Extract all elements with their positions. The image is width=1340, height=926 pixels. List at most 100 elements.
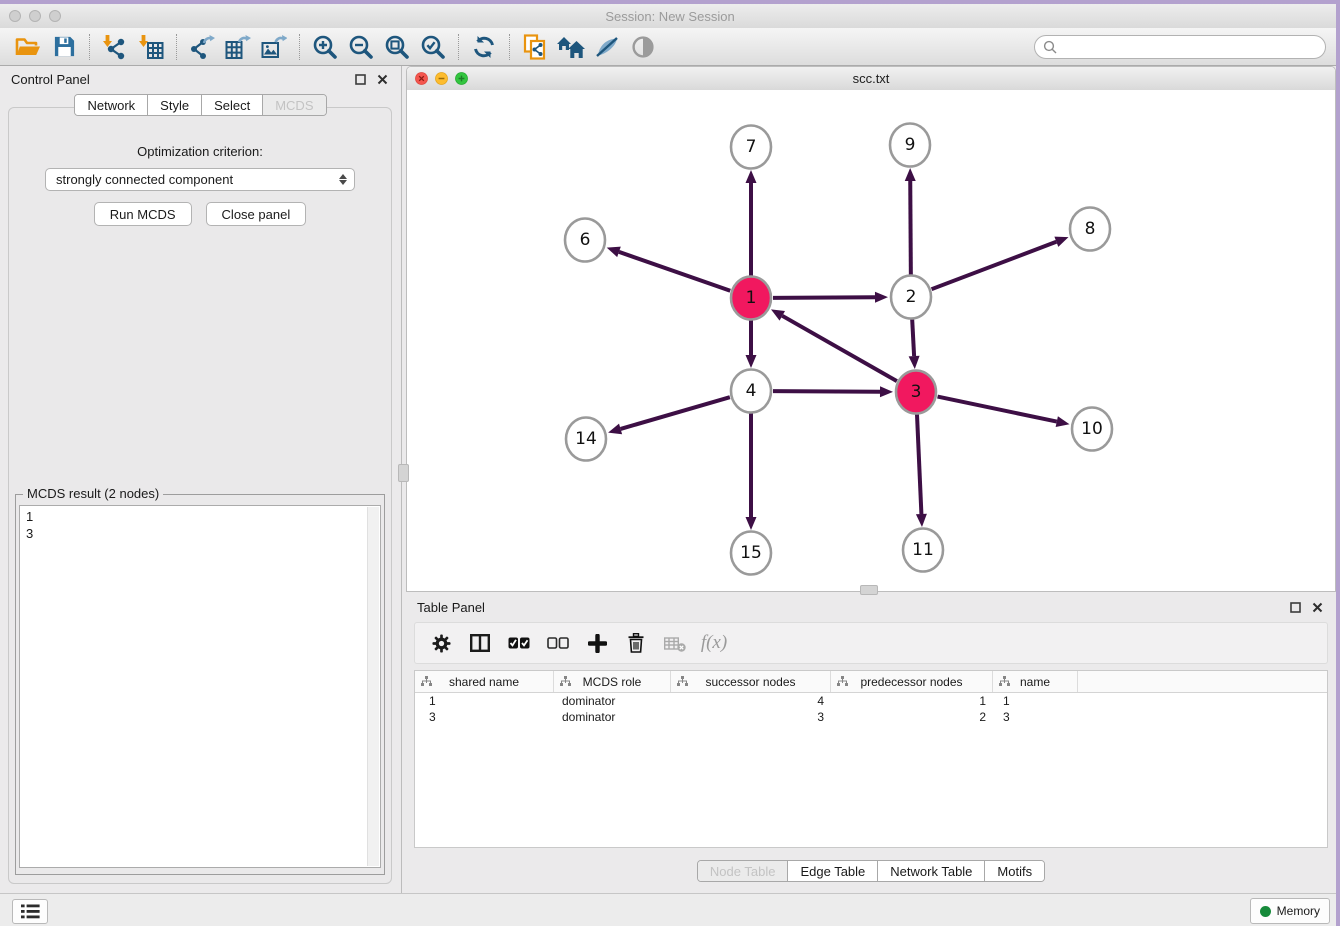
zoom-out-icon[interactable] xyxy=(343,32,379,62)
network-graph[interactable]: 7968124314101511 xyxy=(407,90,1335,591)
table-tab-edge-table[interactable]: Edge Table xyxy=(787,861,877,881)
application-window: Session: New Session xyxy=(0,0,1340,926)
home-icon[interactable] xyxy=(553,32,589,62)
search-input[interactable] xyxy=(1061,38,1325,55)
close-panel-icon[interactable] xyxy=(377,74,388,85)
memory-label: Memory xyxy=(1277,904,1320,918)
column-header-name[interactable]: name xyxy=(993,671,1078,692)
network-zoom-icon[interactable] xyxy=(455,72,468,85)
edge-arrowhead xyxy=(909,356,920,369)
edge-1-6[interactable] xyxy=(619,252,730,291)
edge-3-10[interactable] xyxy=(938,397,1057,422)
delete-column-icon[interactable] xyxy=(623,630,649,656)
table-cell[interactable]: 1 xyxy=(415,693,554,709)
toolbar-separator xyxy=(89,34,90,60)
table-tab-motifs[interactable]: Motifs xyxy=(984,861,1044,881)
table-tab-network-table[interactable]: Network Table xyxy=(877,861,984,881)
import-network-icon[interactable] xyxy=(97,32,133,62)
node-label-7: 7 xyxy=(746,137,757,157)
edge-4-3[interactable] xyxy=(773,391,880,392)
optimization-criterion-value: strongly connected component xyxy=(56,172,233,187)
float-table-panel-icon[interactable] xyxy=(1290,602,1301,613)
edge-2-9[interactable] xyxy=(910,181,911,275)
tab-network[interactable]: Network xyxy=(75,95,147,115)
list-icon xyxy=(21,904,40,919)
table-cell[interactable]: 3 xyxy=(993,709,1078,725)
float-panel-icon[interactable] xyxy=(355,74,366,85)
table-cell[interactable]: 4 xyxy=(671,693,831,709)
tab-mcds[interactable]: MCDS xyxy=(262,95,325,115)
edge-arrowhead xyxy=(875,292,888,303)
toolbar-separator xyxy=(458,34,459,60)
edge-3-11[interactable] xyxy=(917,414,921,514)
edge-arrowhead xyxy=(905,168,916,181)
memory-status-icon xyxy=(1260,906,1271,917)
save-session-icon[interactable] xyxy=(46,32,82,62)
table-cell[interactable]: dominator xyxy=(554,709,671,725)
network-minimize-icon[interactable] xyxy=(435,72,448,85)
table-cell[interactable]: 1 xyxy=(831,693,993,709)
vertical-splitter-grip[interactable] xyxy=(398,464,409,482)
column-header-MCDS-role[interactable]: MCDS role xyxy=(554,671,671,692)
network-close-icon[interactable] xyxy=(415,72,428,85)
horizontal-splitter-grip[interactable] xyxy=(860,585,878,595)
toolbar-separator xyxy=(509,34,510,60)
node-label-6: 6 xyxy=(580,230,591,250)
table-row[interactable]: 1dominator411 xyxy=(415,693,1327,709)
optimization-criterion-select[interactable]: strongly connected component xyxy=(45,168,355,191)
export-image-icon[interactable] xyxy=(256,32,292,62)
edge-2-3[interactable] xyxy=(912,319,914,356)
import-table-icon[interactable] xyxy=(133,32,169,62)
split-panel-icon[interactable] xyxy=(467,630,493,656)
apply-layout-icon[interactable] xyxy=(466,32,502,62)
select-all-icon[interactable] xyxy=(506,630,532,656)
column-namespace-icon xyxy=(421,676,432,687)
table-settings-icon[interactable] xyxy=(428,630,454,656)
window-border-right xyxy=(1336,0,1340,926)
tab-select[interactable]: Select xyxy=(201,95,262,115)
zoom-fit-icon[interactable] xyxy=(379,32,415,62)
clone-network-icon[interactable] xyxy=(517,32,553,62)
zoom-selected-icon[interactable] xyxy=(415,32,451,62)
edge-1-2[interactable] xyxy=(773,297,875,298)
column-header-predecessor-nodes[interactable]: predecessor nodes xyxy=(831,671,993,692)
close-table-panel-icon[interactable] xyxy=(1312,602,1323,613)
close-panel-button[interactable]: Close panel xyxy=(206,202,307,226)
table-tab-node-table[interactable]: Node Table xyxy=(698,861,788,881)
edge-2-8[interactable] xyxy=(932,242,1057,289)
table-row[interactable]: 3dominator323 xyxy=(415,709,1327,725)
export-table-icon[interactable] xyxy=(220,32,256,62)
apply-function-icon[interactable]: f(x) xyxy=(701,630,727,656)
tab-style[interactable]: Style xyxy=(147,95,201,115)
table-toolbar: f(x) xyxy=(414,622,1328,664)
table-cell[interactable]: dominator xyxy=(554,693,671,709)
open-session-icon[interactable] xyxy=(10,32,46,62)
table-tabs: Node TableEdge TableNetwork TableMotifs xyxy=(406,860,1336,882)
deselect-all-icon[interactable] xyxy=(545,630,571,656)
task-history-button[interactable] xyxy=(12,899,48,924)
column-header-shared-name[interactable]: shared name xyxy=(415,671,554,692)
edge-4-14[interactable] xyxy=(621,397,730,429)
column-header-successor-nodes[interactable]: successor nodes xyxy=(671,671,831,692)
table-cell[interactable]: 3 xyxy=(415,709,554,725)
add-column-icon[interactable] xyxy=(584,630,610,656)
table-cell[interactable]: 3 xyxy=(671,709,831,725)
network-canvas[interactable]: 7968124314101511 xyxy=(407,90,1335,591)
mcds-result-area[interactable]: 1 3 xyxy=(19,505,381,868)
search-field[interactable] xyxy=(1034,35,1326,59)
mcds-result-group: MCDS result (2 nodes) 1 3 xyxy=(15,494,385,875)
network-view-window: scc.txt 7968124314101511 xyxy=(406,66,1336,592)
edge-arrowhead xyxy=(1054,237,1068,247)
show-hide-icon[interactable] xyxy=(625,32,661,62)
delete-table-icon[interactable] xyxy=(662,630,688,656)
run-mcds-button[interactable]: Run MCDS xyxy=(94,202,192,226)
table-cell[interactable]: 2 xyxy=(831,709,993,725)
edge-3-1[interactable] xyxy=(782,316,897,381)
zoom-in-icon[interactable] xyxy=(307,32,343,62)
result-scrollbar[interactable] xyxy=(367,507,379,866)
memory-button[interactable]: Memory xyxy=(1250,898,1330,924)
graphics-details-icon[interactable] xyxy=(589,32,625,62)
export-network-icon[interactable] xyxy=(184,32,220,62)
column-namespace-icon xyxy=(677,676,688,687)
table-cell[interactable]: 1 xyxy=(993,693,1078,709)
